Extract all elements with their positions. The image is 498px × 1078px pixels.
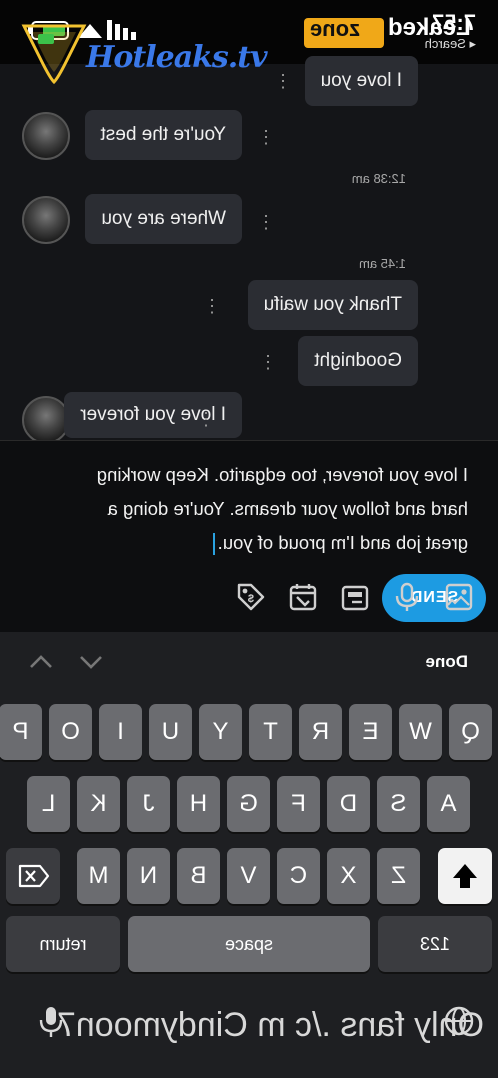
message-options-icon[interactable]: ⋮ (273, 68, 293, 94)
overlay-caption: Only fans ./c m Cindymoon7 (56, 1006, 484, 1044)
key-h[interactable]: H (177, 776, 220, 832)
watermark-zone: zone (310, 16, 361, 41)
key-c[interactable]: C (277, 848, 320, 904)
avatar[interactable] (22, 112, 70, 160)
key-e[interactable]: E (349, 704, 392, 760)
key-w[interactable]: W (399, 704, 442, 760)
key-o[interactable]: O (49, 704, 92, 760)
key-f[interactable]: F (277, 776, 320, 832)
backspace-icon (18, 864, 50, 888)
mirrored-app: 7:57 ◂ Search ⋮ I love you You're the be… (0, 0, 498, 1078)
return-key[interactable]: return (6, 916, 120, 972)
done-button[interactable]: Done (426, 652, 469, 672)
delete-key[interactable] (6, 848, 60, 904)
space-key[interactable]: space (128, 916, 370, 972)
numbers-key[interactable]: 123 (378, 916, 492, 972)
key-p[interactable]: P (0, 704, 42, 760)
key-k[interactable]: K (77, 776, 120, 832)
message-bubble: Thank you waifu (247, 280, 418, 330)
message-timestamp: 1:45 am (359, 256, 406, 271)
avatar[interactable] (22, 196, 70, 244)
avatar[interactable] (22, 396, 70, 444)
key-m[interactable]: M (77, 848, 120, 904)
message-bubble: Where are you (85, 194, 242, 244)
message-timestamp: 12:38 am (351, 171, 406, 186)
key-z[interactable]: Z (377, 848, 420, 904)
image-icon[interactable] (442, 580, 476, 614)
key-n[interactable]: N (127, 848, 170, 904)
key-a[interactable]: A (427, 776, 470, 832)
key-y[interactable]: Y (199, 704, 242, 760)
message-options-icon[interactable]: ⋮ (256, 124, 276, 150)
key-d[interactable]: D (327, 776, 370, 832)
shift-key[interactable] (438, 848, 492, 904)
message-bubble: I love you (304, 56, 418, 106)
key-r[interactable]: R (299, 704, 342, 760)
message-options-icon[interactable]: ⋮ (202, 293, 222, 319)
key-b[interactable]: B (177, 848, 220, 904)
key-i[interactable]: I (99, 704, 142, 760)
chevron-up-icon[interactable] (28, 650, 54, 674)
key-g[interactable]: G (227, 776, 270, 832)
media-icon[interactable] (338, 580, 372, 614)
shift-arrow-icon (453, 864, 477, 888)
key-v[interactable]: V (227, 848, 270, 904)
message-options-icon[interactable]: ⋮ (256, 209, 276, 235)
tag-icon[interactable]: $ (234, 580, 268, 614)
message-input[interactable]: I love you forever, too edgarito. Keep w… (22, 458, 468, 560)
screen: 7:57 ◂ Search ⋮ I love you You're the be… (0, 0, 498, 1078)
key-t[interactable]: T (249, 704, 292, 760)
key-l[interactable]: L (27, 776, 70, 832)
key-s[interactable]: S (377, 776, 420, 832)
site-logo: Hotleaks.tv (86, 40, 268, 75)
chevron-down-icon[interactable] (78, 650, 104, 674)
watermark-leaked: Leaked (388, 14, 471, 41)
key-q[interactable]: Q (449, 704, 492, 760)
key-x[interactable]: X (327, 848, 370, 904)
key-j[interactable]: J (127, 776, 170, 832)
key-u[interactable]: U (149, 704, 192, 760)
text-caret (212, 533, 215, 556)
calendar-icon[interactable] (286, 580, 320, 614)
svg-text:$: $ (248, 593, 254, 605)
message-options-icon[interactable]: ⋮ (196, 406, 216, 432)
microphone-icon[interactable] (390, 580, 424, 614)
message-bubble: You're the best (84, 110, 242, 160)
message-options-icon[interactable]: ⋮ (258, 349, 278, 375)
message-bubble: Goodnight (298, 336, 418, 386)
